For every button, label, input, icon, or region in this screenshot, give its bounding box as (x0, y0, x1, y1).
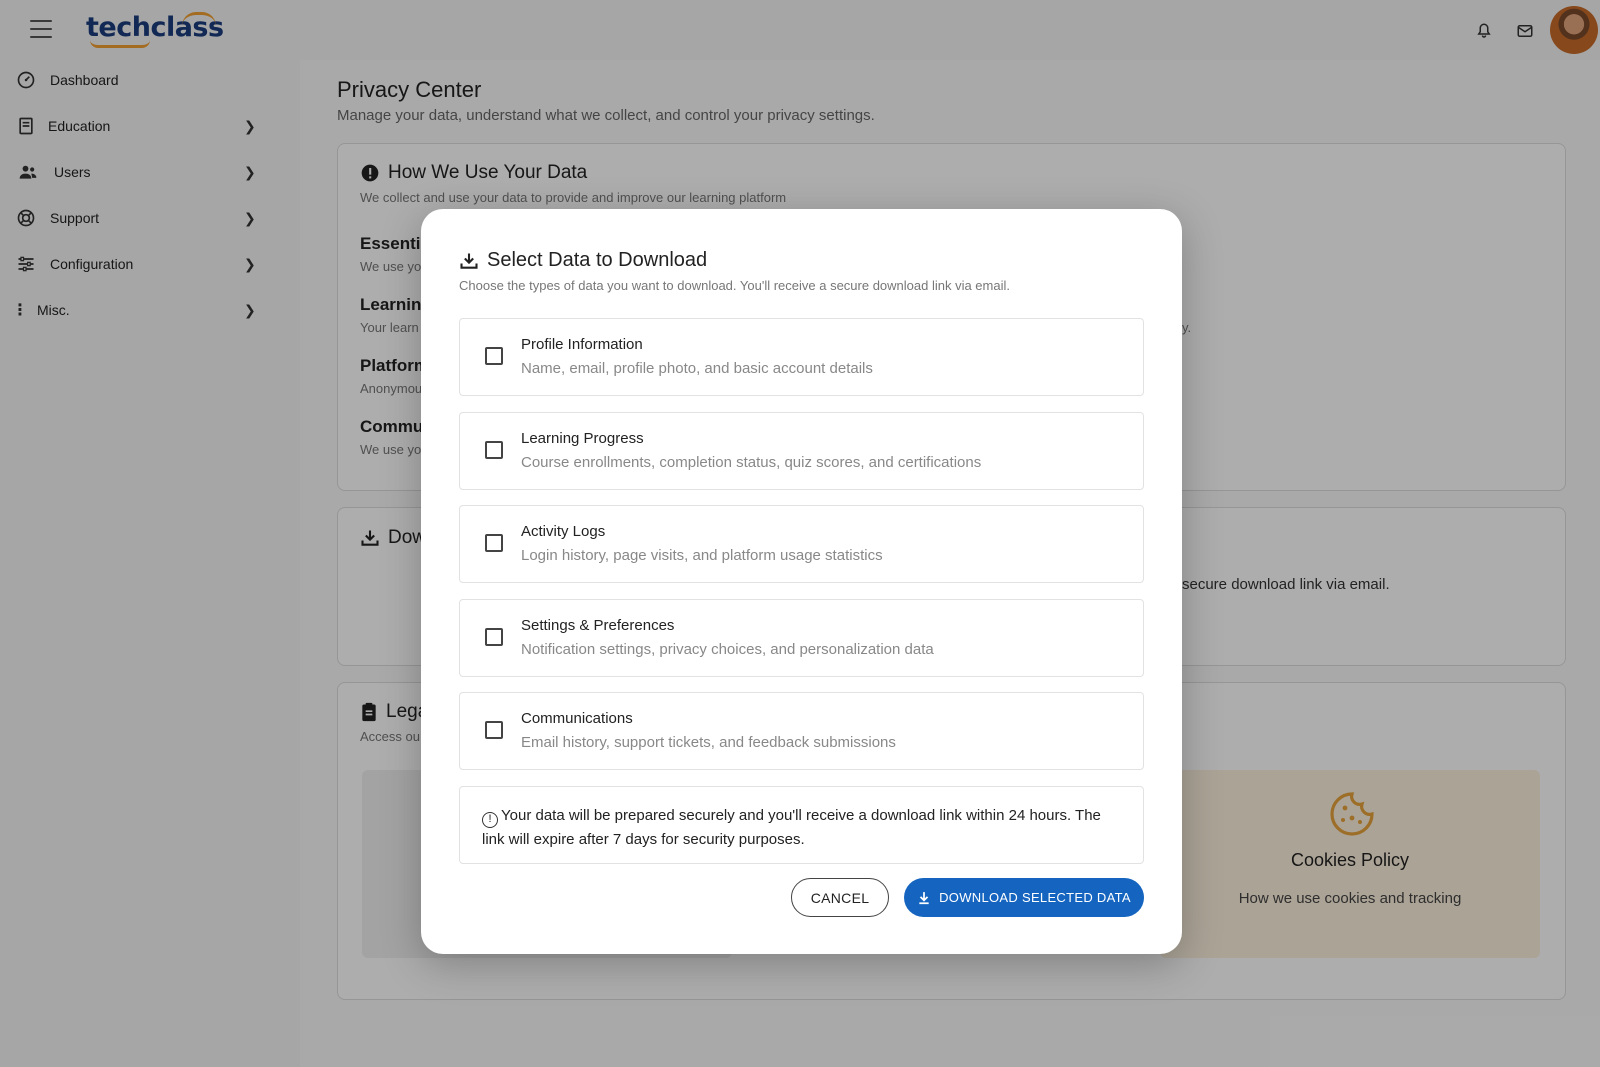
checkbox[interactable] (485, 628, 503, 646)
download-selected-data-button[interactable]: DOWNLOAD SELECTED DATA (904, 878, 1144, 917)
option-settings-preferences[interactable]: Settings & Preferences Notification sett… (459, 599, 1144, 677)
checkbox[interactable] (485, 347, 503, 365)
option-learning-progress[interactable]: Learning Progress Course enrollments, co… (459, 412, 1144, 490)
notice-text: Your data will be prepared securely and … (482, 807, 1101, 848)
download-button-label: DOWNLOAD SELECTED DATA (939, 890, 1131, 905)
option-activity-logs[interactable]: Activity Logs Login history, page visits… (459, 505, 1144, 583)
option-title: Settings & Preferences (521, 617, 675, 634)
checkbox[interactable] (485, 534, 503, 552)
info-icon: ! (482, 812, 498, 828)
security-notice: ! Your data will be prepared securely and… (459, 786, 1144, 864)
option-description: Email history, support tickets, and feed… (521, 734, 896, 751)
option-title: Profile Information (521, 336, 643, 353)
checkbox[interactable] (485, 441, 503, 459)
cancel-button[interactable]: CANCEL (791, 878, 889, 917)
option-description: Name, email, profile photo, and basic ac… (521, 360, 873, 377)
dialog-title: Select Data to Download (459, 249, 707, 272)
option-title: Activity Logs (521, 523, 606, 540)
option-description: Course enrollments, completion status, q… (521, 454, 982, 471)
download-icon (919, 891, 929, 904)
download-icon (460, 253, 478, 269)
option-description: Login history, page visits, and platform… (521, 547, 883, 564)
download-data-dialog: Select Data to Download Choose the types… (421, 209, 1182, 954)
option-communications[interactable]: Communications Email history, support ti… (459, 692, 1144, 770)
option-title: Communications (521, 710, 633, 727)
option-profile-information[interactable]: Profile Information Name, email, profile… (459, 318, 1144, 396)
dialog-title-text: Select Data to Download (487, 249, 708, 271)
dialog-subtitle: Choose the types of data you want to dow… (459, 278, 1010, 293)
checkbox[interactable] (485, 721, 503, 739)
option-title: Learning Progress (521, 430, 644, 447)
option-description: Notification settings, privacy choices, … (521, 641, 934, 658)
